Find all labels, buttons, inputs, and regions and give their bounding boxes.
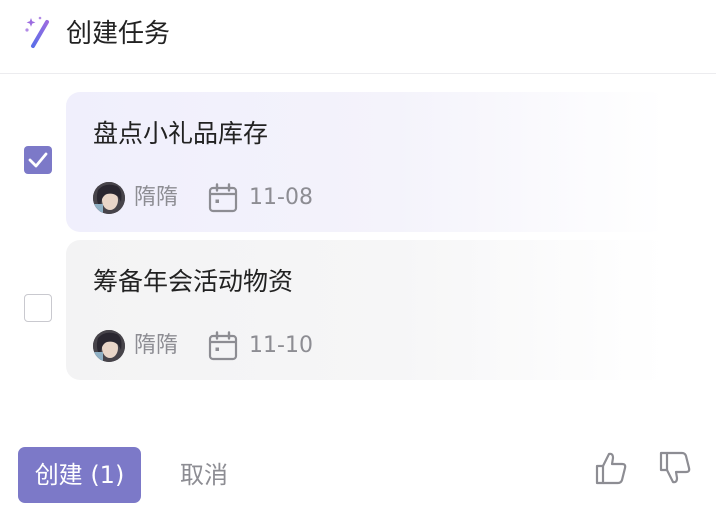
task-card[interactable]: 盘点小礼品库存 隋隋 11-08: [66, 92, 666, 232]
task-title: 盘点小礼品库存: [93, 119, 269, 148]
create-button[interactable]: 创建 (1): [18, 447, 141, 503]
magic-wand-icon: [25, 16, 49, 48]
task-row: 盘点小礼品库存 隋隋 11-08: [0, 92, 716, 232]
cancel-button[interactable]: 取消: [180, 447, 228, 503]
due-date: 11-10: [249, 333, 313, 358]
thumbs-up-icon[interactable]: [594, 450, 628, 486]
calendar-icon: [208, 331, 238, 361]
create-task-panel: 创建任务 盘点小礼品库存 隋隋 11-08 筹备年会活动物资 隋隋 11-10 …: [0, 0, 716, 526]
calendar-icon: [208, 183, 238, 213]
task-title: 筹备年会活动物资: [93, 267, 294, 296]
due-date: 11-08: [249, 185, 313, 210]
avatar: [93, 182, 125, 214]
assignee-name: 隋隋: [134, 333, 179, 358]
task-row: 筹备年会活动物资 隋隋 11-10: [0, 240, 716, 380]
task-checkbox[interactable]: [24, 146, 52, 174]
assignee-name: 隋隋: [134, 185, 179, 210]
task-card[interactable]: 筹备年会活动物资 隋隋 11-10: [66, 240, 666, 380]
avatar: [93, 330, 125, 362]
check-icon: [28, 152, 48, 168]
page-title: 创建任务: [66, 19, 171, 49]
task-meta: 隋隋 11-08: [93, 180, 313, 216]
task-meta: 隋隋 11-10: [93, 328, 313, 364]
thumbs-down-icon[interactable]: [658, 450, 692, 486]
task-checkbox[interactable]: [24, 294, 52, 322]
panel-header: 创建任务: [0, 0, 716, 74]
